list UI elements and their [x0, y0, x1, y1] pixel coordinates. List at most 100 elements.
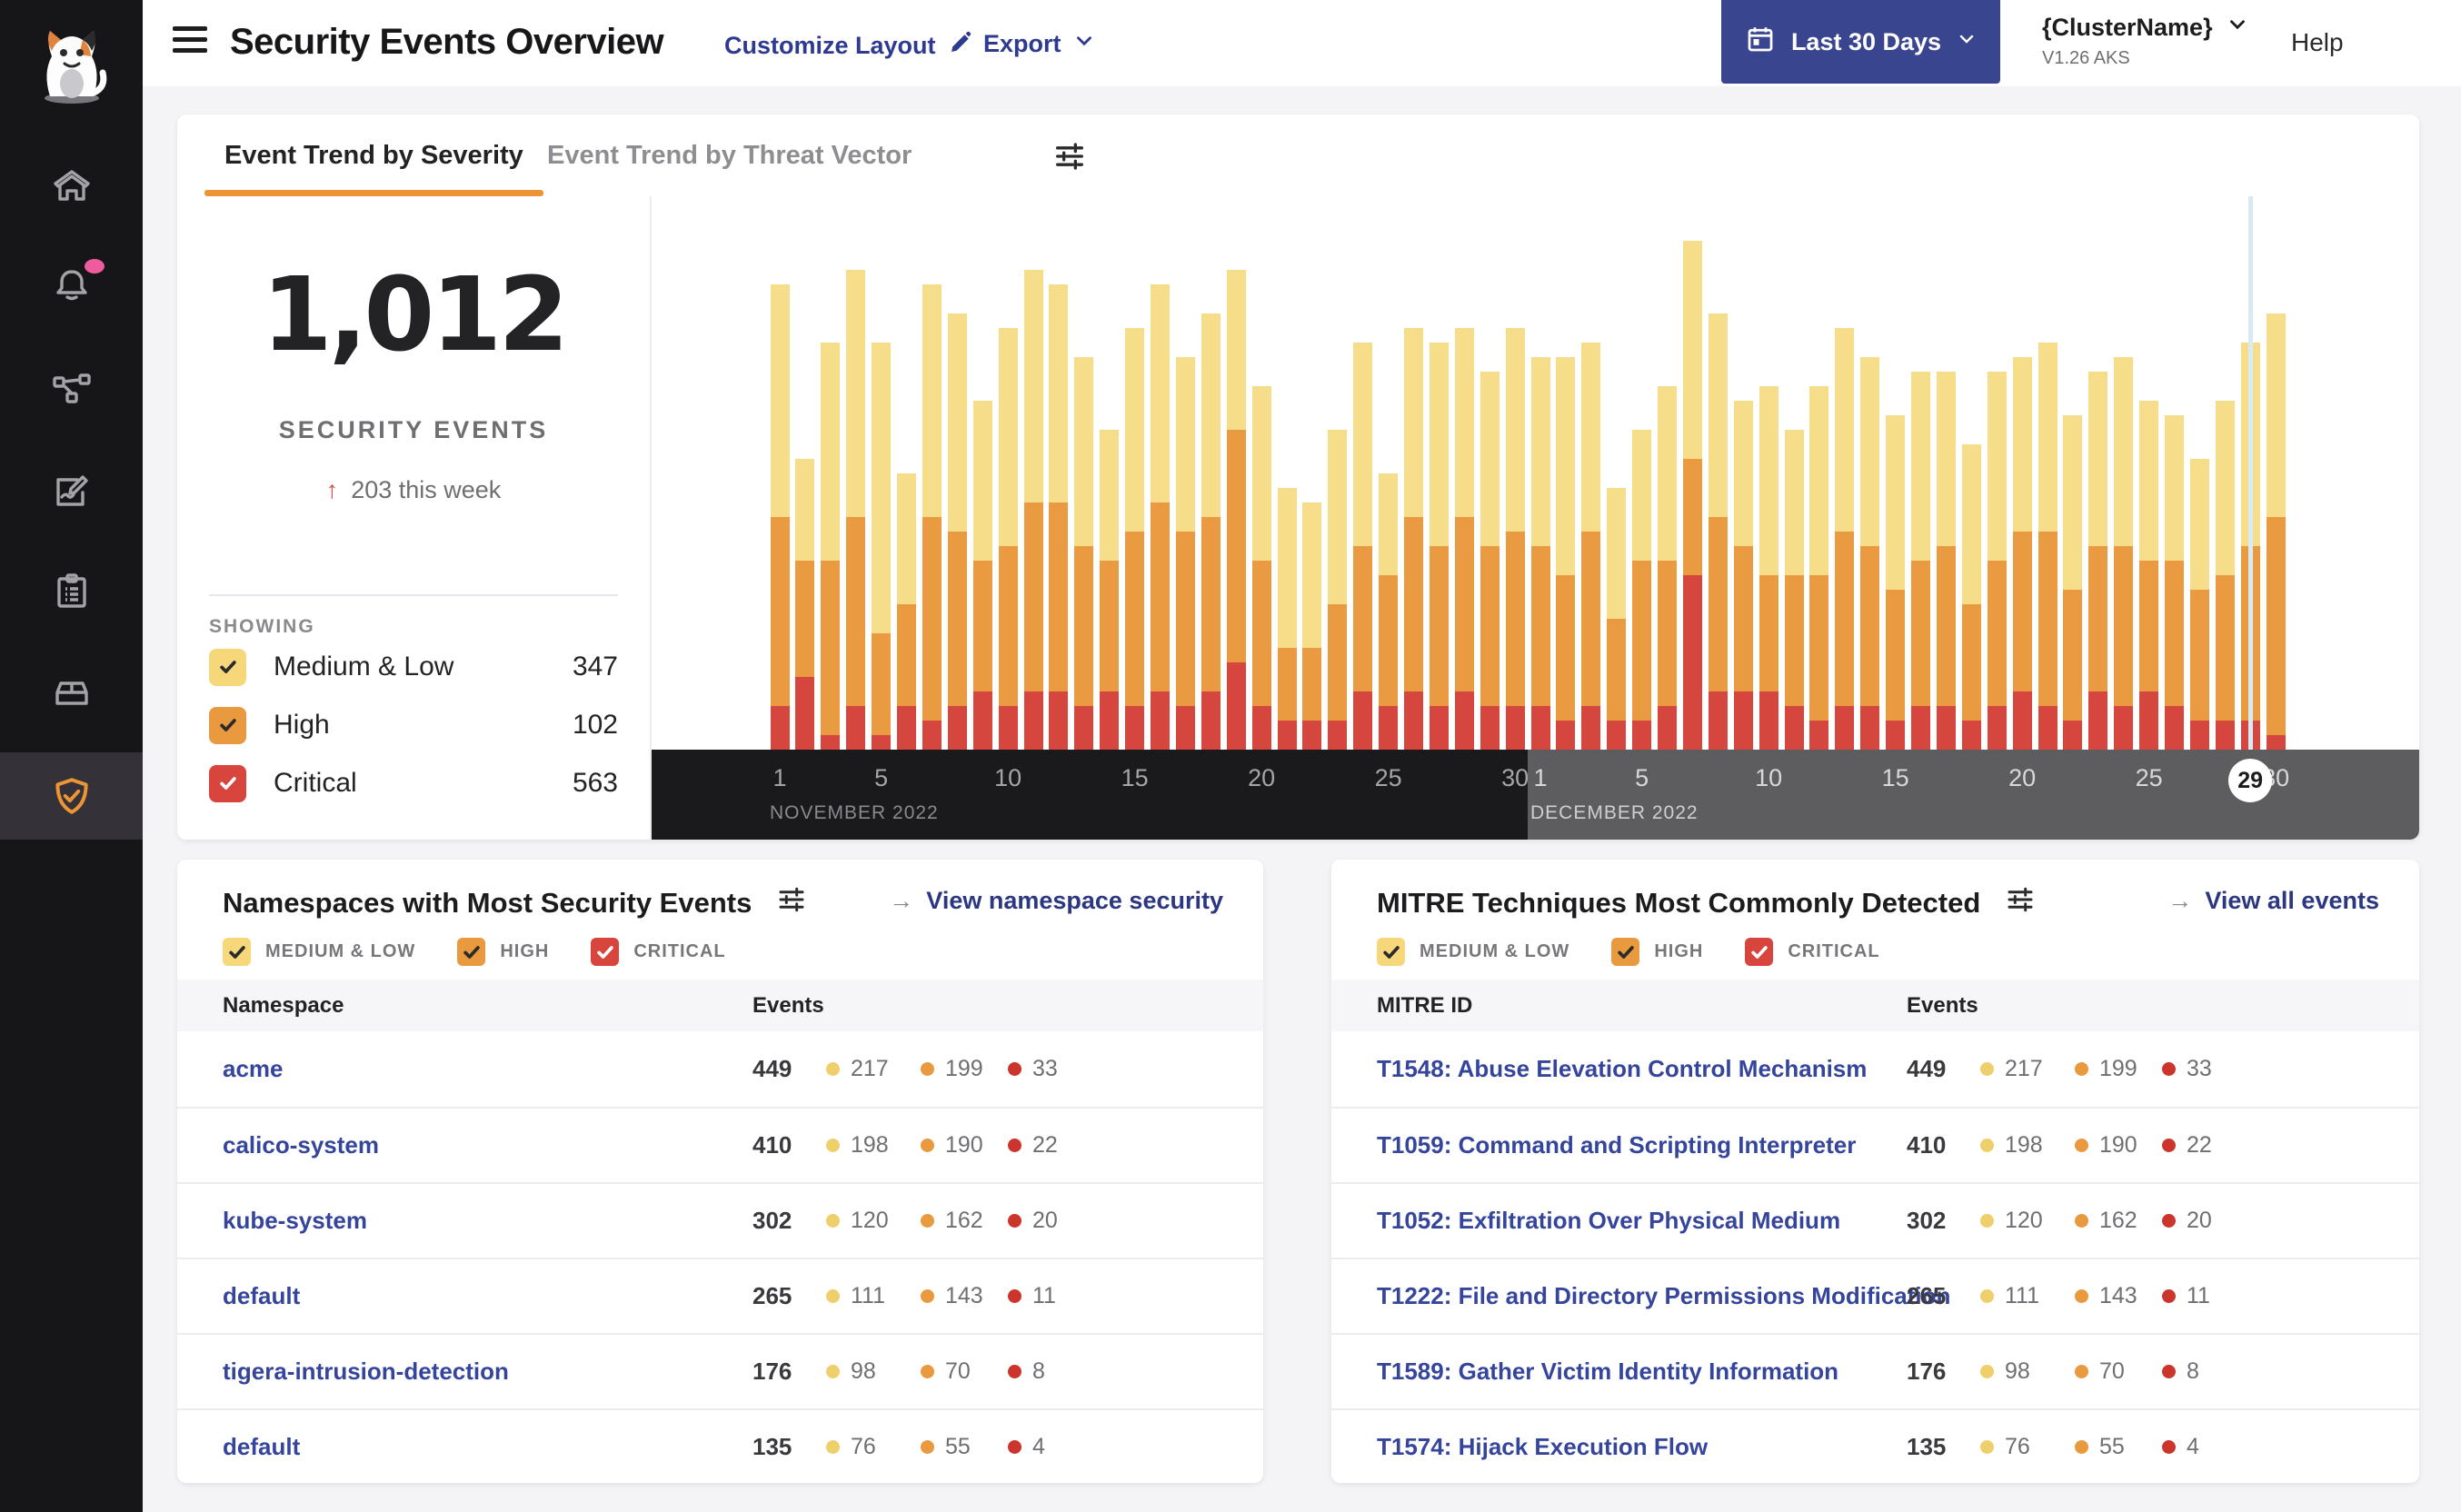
high-checkbox[interactable] [209, 706, 246, 744]
filter-tune-icon[interactable] [775, 883, 808, 923]
bar-nov-26[interactable] [1404, 328, 1423, 750]
sidebar-item-service-graph[interactable] [0, 345, 143, 433]
bar-nov-10[interactable] [998, 328, 1018, 750]
bar-nov-8[interactable] [947, 313, 967, 750]
tab-event-trend-by-severity[interactable]: Event Trend by Severity [204, 114, 543, 196]
bar-nov-30[interactable] [1505, 328, 1525, 750]
bar-nov-25[interactable] [1379, 473, 1399, 750]
bar-nov-27[interactable] [1429, 343, 1449, 750]
bar-dec-13[interactable] [1835, 328, 1855, 750]
bar-dec-22[interactable] [2063, 415, 2083, 750]
bar-nov-11[interactable] [1023, 270, 1043, 750]
row-link[interactable]: kube-system [223, 1184, 367, 1258]
view-all-events-link[interactable]: → View all events [2167, 887, 2379, 915]
medium-checkbox[interactable] [209, 648, 246, 686]
trend-filter-tune-icon[interactable] [1051, 138, 1088, 179]
bar-dec-12[interactable] [1809, 386, 1829, 750]
cluster-selector[interactable]: {ClusterName} V1.26 AKS [2042, 13, 2249, 69]
filter-chip-high[interactable]: HIGH [1611, 938, 1703, 966]
sidebar-item-alerts[interactable] [0, 241, 143, 328]
medium-checkbox[interactable] [223, 938, 251, 966]
bar-dec-20[interactable] [2012, 357, 2032, 750]
row-link[interactable]: acme [223, 1031, 284, 1107]
hamburger-menu-button[interactable] [173, 26, 209, 59]
bar-nov-24[interactable] [1353, 343, 1373, 750]
row-link[interactable]: T1059: Command and Scripting Interpreter [1377, 1109, 1856, 1182]
bar-nov-2[interactable] [795, 459, 815, 750]
bar-dec-27[interactable] [2189, 459, 2209, 750]
customize-layout-button[interactable]: Customize Layout [724, 29, 974, 63]
bar-dec-15[interactable] [1886, 415, 1906, 750]
sidebar-item-policies[interactable] [0, 448, 143, 535]
critical-checkbox[interactable] [1745, 938, 1774, 966]
row-link[interactable]: T1589: Gather Victim Identity Informatio… [1377, 1335, 1838, 1408]
row-link[interactable]: calico-system [223, 1109, 379, 1182]
sidebar-item-security-events[interactable] [0, 752, 143, 840]
row-link[interactable]: tigera-intrusion-detection [223, 1335, 509, 1408]
legend-row-medium[interactable]: Medium & Low 347 [209, 641, 618, 693]
bar-nov-17[interactable] [1175, 357, 1195, 750]
bar-nov-19[interactable] [1226, 270, 1246, 750]
bar-dec-26[interactable] [2165, 415, 2184, 750]
bar-nov-16[interactable] [1151, 284, 1170, 750]
view-namespace-security-link[interactable]: → View namespace security [889, 887, 1223, 915]
export-button[interactable]: Export [983, 29, 1096, 59]
legend-row-high[interactable]: High 102 [209, 699, 618, 751]
bar-dec-1[interactable] [1530, 357, 1550, 750]
bar-dec-9[interactable] [1733, 401, 1753, 750]
bar-dec-10[interactable] [1759, 386, 1778, 750]
row-link[interactable]: T1052: Exfiltration Over Physical Medium [1377, 1184, 1840, 1258]
bar-nov-5[interactable] [872, 343, 892, 750]
legend-row-critical[interactable]: Critical 563 [209, 757, 618, 810]
help-link[interactable]: Help [2291, 28, 2344, 57]
bar-dec-7[interactable] [1682, 241, 1702, 750]
bar-dec-4[interactable] [1607, 488, 1627, 750]
medium-checkbox[interactable] [1377, 938, 1405, 966]
bar-nov-13[interactable] [1074, 357, 1094, 750]
sidebar-item-compliance[interactable] [0, 548, 143, 635]
bar-dec-17[interactable] [1936, 372, 1956, 750]
bar-nov-22[interactable] [1302, 502, 1322, 750]
bar-dec-24[interactable] [2114, 357, 2134, 750]
bar-nov-4[interactable] [846, 270, 866, 750]
bar-nov-28[interactable] [1454, 328, 1474, 750]
critical-checkbox[interactable] [209, 764, 246, 802]
date-range-button[interactable]: Last 30 Days [1721, 0, 2000, 84]
bar-dec-6[interactable] [1658, 386, 1677, 750]
bar-dec-28[interactable] [2215, 401, 2235, 750]
filter-chip-medium[interactable]: MEDIUM & LOW [223, 938, 415, 966]
row-link[interactable]: default [223, 1259, 300, 1333]
critical-checkbox[interactable] [591, 938, 620, 966]
bar-nov-29[interactable] [1480, 372, 1500, 750]
bar-dec-14[interactable] [1860, 357, 1880, 750]
bar-dec-23[interactable] [2088, 372, 2108, 750]
bar-nov-20[interactable] [1251, 386, 1271, 750]
bar-nov-18[interactable] [1201, 313, 1221, 750]
row-link[interactable]: T1548: Abuse Elevation Control Mechanism [1377, 1031, 1867, 1107]
bar-nov-12[interactable] [1049, 284, 1069, 750]
bar-dec-18[interactable] [1961, 444, 1981, 750]
row-link[interactable]: T1222: File and Directory Permissions Mo… [1377, 1259, 1950, 1333]
high-checkbox[interactable] [1611, 938, 1640, 966]
bar-dec-2[interactable] [1556, 357, 1576, 750]
bar-nov-15[interactable] [1125, 328, 1145, 750]
bar-dec-21[interactable] [2038, 343, 2057, 750]
sidebar-item-catalog[interactable] [0, 649, 143, 736]
row-link[interactable]: T1574: Hijack Execution Flow [1377, 1410, 1708, 1483]
filter-chip-critical[interactable]: CRITICAL [591, 938, 725, 966]
sidebar-item-home[interactable] [0, 143, 143, 230]
bar-dec-11[interactable] [1784, 430, 1804, 750]
filter-chip-critical[interactable]: CRITICAL [1745, 938, 1879, 966]
bar-dec-19[interactable] [1987, 372, 2007, 750]
bar-dec-8[interactable] [1708, 313, 1728, 750]
bar-nov-3[interactable] [821, 343, 841, 750]
bar-dec-16[interactable] [1911, 372, 1930, 750]
calico-cat-logo[interactable] [30, 15, 114, 110]
bar-nov-6[interactable] [897, 473, 916, 750]
bar-dec-30[interactable] [2266, 313, 2286, 750]
bar-nov-14[interactable] [1100, 430, 1120, 750]
bar-nov-9[interactable] [972, 401, 992, 750]
filter-tune-icon[interactable] [2004, 883, 2037, 923]
tab-event-trend-by-threat-vector[interactable]: Event Trend by Threat Vector [527, 114, 932, 196]
high-checkbox[interactable] [457, 938, 486, 966]
